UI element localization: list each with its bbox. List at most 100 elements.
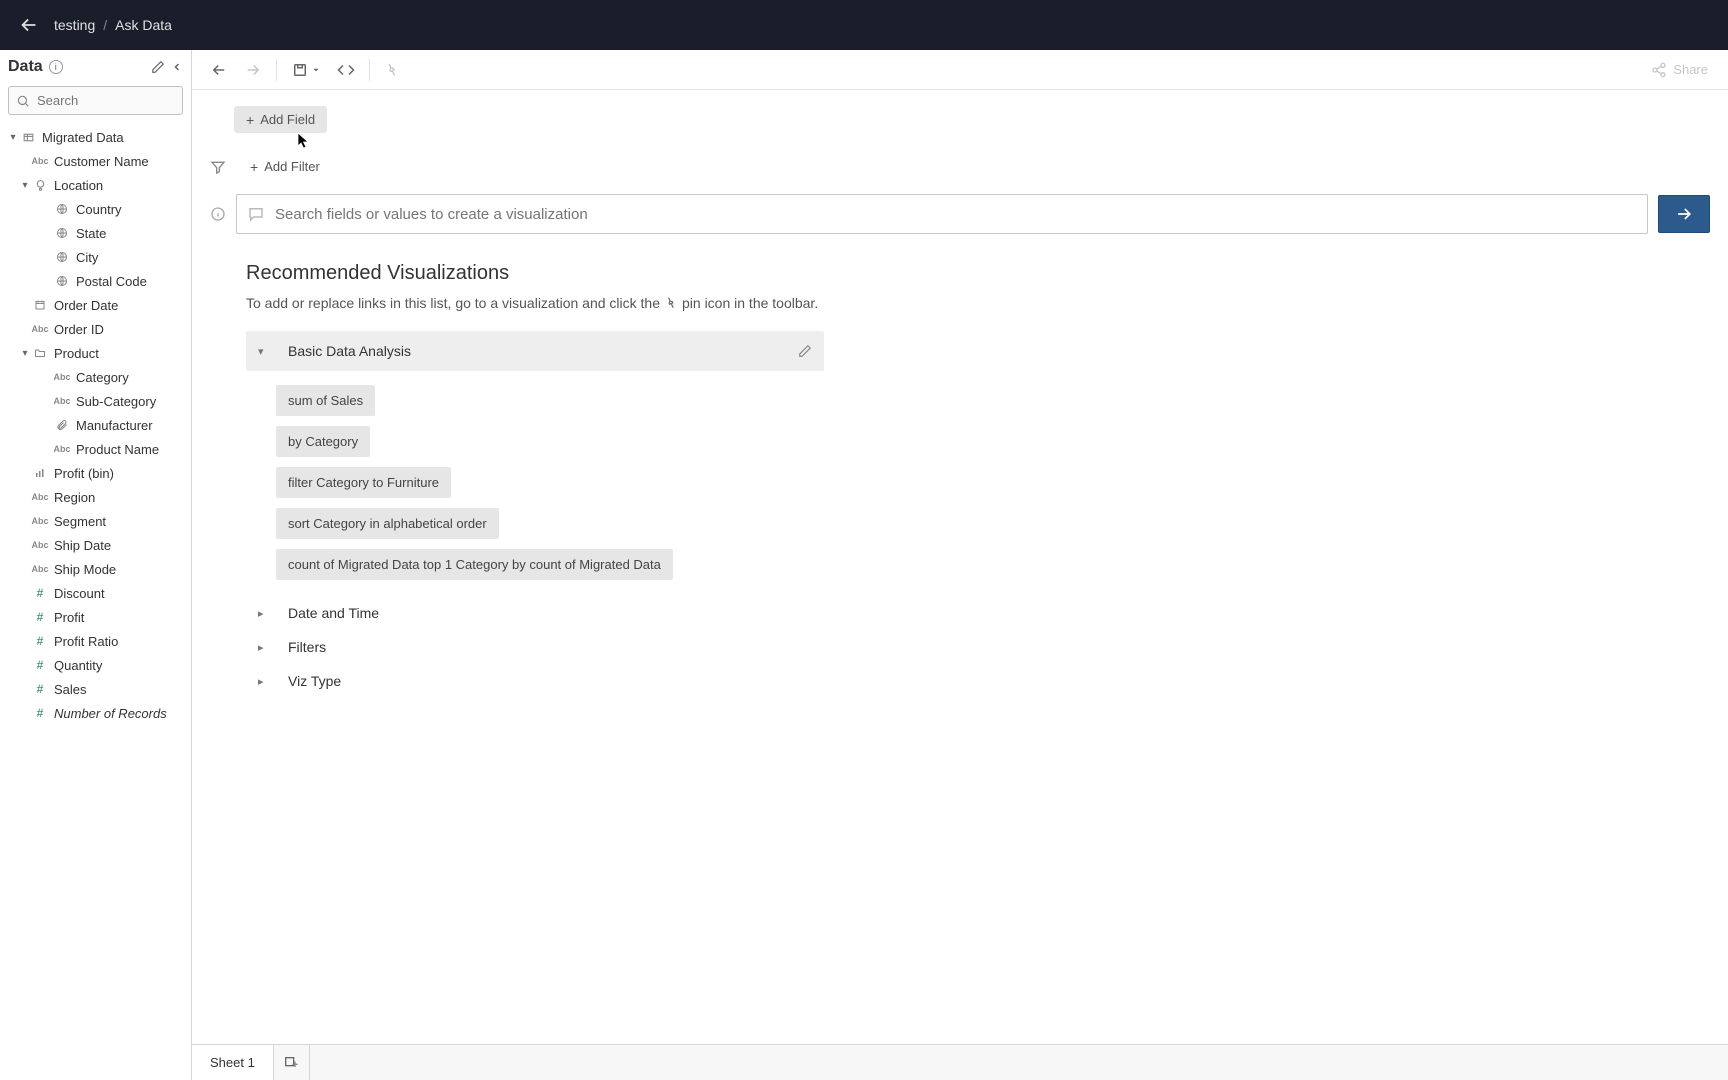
toolbar: Share xyxy=(192,50,1728,90)
field-row[interactable]: # Number of Records xyxy=(2,701,189,725)
field-row[interactable]: ▾Product xyxy=(2,341,189,365)
pin-icon xyxy=(381,59,402,80)
edit-icon[interactable] xyxy=(798,344,812,358)
field-label: Location xyxy=(54,178,183,193)
field-row[interactable]: AbcSub-Category xyxy=(2,389,189,413)
field-row[interactable]: Abc Region xyxy=(2,485,189,509)
abc-icon: Abc xyxy=(32,492,48,502)
undo-button[interactable] xyxy=(202,55,236,85)
new-sheet-button[interactable] xyxy=(274,1045,310,1080)
field-row[interactable]: ▾Location xyxy=(2,173,189,197)
field-row[interactable]: Profit (bin) xyxy=(2,461,189,485)
globe-icon xyxy=(54,275,70,287)
suggestion-chip[interactable]: filter Category to Furniture xyxy=(276,467,451,498)
field-label: Segment xyxy=(54,514,183,529)
datasource-icon xyxy=(20,131,36,144)
abc-icon: Abc xyxy=(54,372,70,382)
field-row[interactable]: Country xyxy=(2,197,189,221)
num-icon: # xyxy=(32,682,48,696)
redo-button xyxy=(236,55,270,85)
cursor-icon xyxy=(297,132,311,150)
datasource-row[interactable]: ▾ Migrated Data xyxy=(2,125,189,149)
chevron-down-icon: ▾ xyxy=(18,348,32,359)
suggestion-chip[interactable]: sort Category in alphabetical order xyxy=(276,508,499,539)
field-row[interactable]: AbcShip Mode xyxy=(2,557,189,581)
add-filter-button[interactable]: + Add Filter xyxy=(238,153,332,180)
field-row[interactable]: AbcCustomer Name xyxy=(2,149,189,173)
code-button[interactable] xyxy=(329,55,363,85)
field-label: Order ID xyxy=(54,322,183,337)
field-row[interactable]: State xyxy=(2,221,189,245)
field-row[interactable]: Abc Ship Date xyxy=(2,533,189,557)
group-label: Viz Type xyxy=(288,673,341,689)
info-icon[interactable]: i xyxy=(49,60,63,74)
suggestion-chip[interactable]: count of Migrated Data top 1 Category by… xyxy=(276,549,673,580)
field-row[interactable]: #Discount xyxy=(2,581,189,605)
num-icon: # xyxy=(32,658,48,672)
arrow-right-icon xyxy=(244,61,262,79)
field-row[interactable]: City xyxy=(2,245,189,269)
group-header[interactable]: ▸Viz Type xyxy=(246,664,1710,698)
suggestion-chip[interactable]: sum of Sales xyxy=(276,385,375,416)
field-row[interactable]: Abc Category xyxy=(2,365,189,389)
field-label: Postal Code xyxy=(76,274,183,289)
back-button[interactable] xyxy=(10,6,48,44)
suggestion-chip[interactable]: by Category xyxy=(276,426,370,457)
recommended-title: Recommended Visualizations xyxy=(246,262,1710,285)
info-icon[interactable] xyxy=(210,206,226,222)
bars-icon xyxy=(32,467,48,479)
clip-icon xyxy=(54,419,70,431)
field-label: Region xyxy=(54,490,183,505)
field-label: Number of Records xyxy=(54,706,183,721)
app-header: testing / Ask Data xyxy=(0,0,1728,50)
field-row[interactable]: Manufacturer xyxy=(2,413,189,437)
field-row[interactable]: Order Date xyxy=(2,293,189,317)
collapse-sidebar-icon[interactable] xyxy=(171,61,183,73)
field-label: Sub-Category xyxy=(76,394,183,409)
save-viz-button[interactable] xyxy=(283,55,329,85)
add-filter-label: Add Filter xyxy=(264,159,320,174)
group-header[interactable]: ▸ Filters xyxy=(246,630,1710,664)
field-row[interactable]: Postal Code xyxy=(2,269,189,293)
chat-icon xyxy=(247,205,265,223)
globe-icon xyxy=(54,203,70,215)
group-label: Filters xyxy=(288,639,326,655)
pin-button xyxy=(376,56,408,84)
folder-icon xyxy=(32,347,48,359)
num-icon: # xyxy=(32,706,48,720)
num-icon: # xyxy=(32,634,48,648)
sheet-tabs: Sheet 1 xyxy=(192,1044,1728,1080)
sidebar-title: Data xyxy=(8,58,43,76)
field-row[interactable]: #Profit xyxy=(2,605,189,629)
group-header[interactable]: ▸Date and Time xyxy=(246,596,1710,630)
submit-button[interactable] xyxy=(1658,195,1710,233)
search-input[interactable] xyxy=(8,86,183,115)
chevron-right-icon: ▸ xyxy=(258,641,274,654)
add-field-button[interactable]: + Add Field xyxy=(234,106,327,133)
filter-icon xyxy=(210,159,226,175)
breadcrumb-root[interactable]: testing xyxy=(54,17,95,33)
abc-icon: Abc xyxy=(32,540,48,550)
sheet-tab[interactable]: Sheet 1 xyxy=(192,1045,274,1080)
field-label: Customer Name xyxy=(54,154,183,169)
share-label: Share xyxy=(1673,62,1708,77)
field-label: Ship Date xyxy=(54,538,183,553)
group-header[interactable]: ▾Basic Data Analysis xyxy=(246,331,824,371)
field-row[interactable]: #Sales xyxy=(2,677,189,701)
field-row[interactable]: #Quantity xyxy=(2,653,189,677)
field-row[interactable]: #Profit Ratio xyxy=(2,629,189,653)
code-icon xyxy=(337,61,355,79)
field-row[interactable]: AbcOrder ID xyxy=(2,317,189,341)
field-label: City xyxy=(76,250,183,265)
edit-icon[interactable] xyxy=(151,60,165,74)
field-row[interactable]: AbcSegment xyxy=(2,509,189,533)
field-label: Category xyxy=(76,370,183,385)
globe-icon xyxy=(54,251,70,263)
group-label: Basic Data Analysis xyxy=(288,343,411,359)
field-label: Profit (bin) xyxy=(54,466,183,481)
sidebar-search xyxy=(8,86,183,115)
field-row[interactable]: AbcProduct Name xyxy=(2,437,189,461)
save-icon xyxy=(291,61,309,79)
viz-search-box xyxy=(236,194,1648,234)
viz-search-input[interactable] xyxy=(275,206,1637,223)
